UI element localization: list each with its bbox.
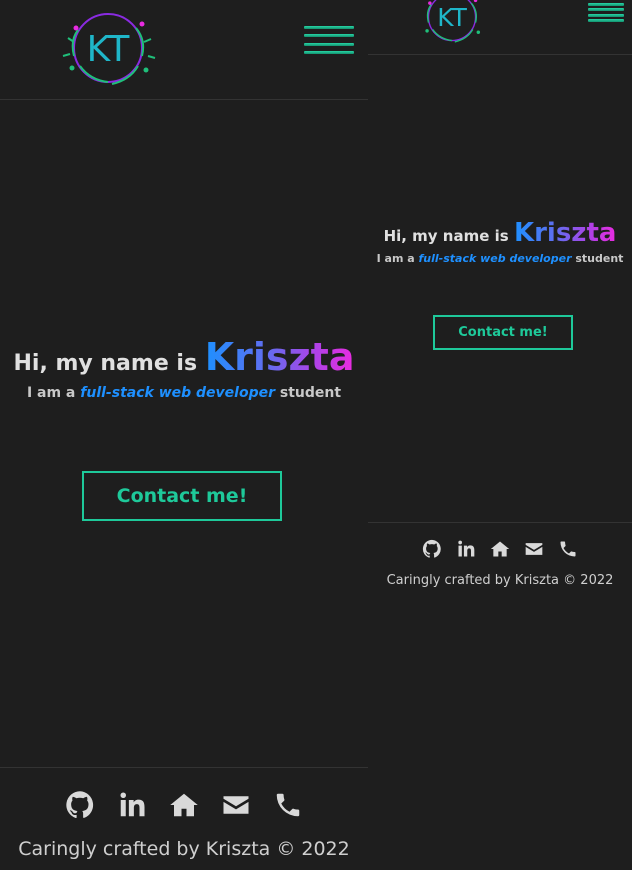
hero-greeting-line: Hi, my name is Kriszta bbox=[0, 335, 368, 379]
site-header: KT bbox=[368, 0, 632, 55]
phone-icon[interactable] bbox=[273, 790, 303, 820]
menu-toggle-button[interactable] bbox=[304, 26, 354, 54]
hero-name: Kriszta bbox=[513, 218, 617, 248]
hero-tagline: I am a full-stack web developer student bbox=[368, 252, 632, 265]
phone-icon[interactable] bbox=[558, 539, 578, 559]
menu-bar bbox=[588, 8, 624, 12]
hero-section: Hi, my name is Kriszta I am a full-stack… bbox=[368, 218, 632, 265]
tagline-prefix: I am a bbox=[26, 385, 76, 401]
envelope-icon[interactable] bbox=[221, 790, 251, 820]
home-icon[interactable] bbox=[169, 790, 199, 820]
menu-toggle-button[interactable] bbox=[588, 3, 624, 22]
hero-greeting: Hi, my name is bbox=[383, 227, 509, 245]
page-view-large: KT Hi, my name is Kriszta I am a full-st… bbox=[0, 0, 368, 870]
hero-tagline: I am a full-stack web developer student bbox=[0, 385, 368, 401]
menu-bar bbox=[588, 18, 624, 22]
tagline-prefix: I am a bbox=[376, 252, 415, 265]
footer-credit: Caringly crafted by Kriszta © 2022 bbox=[18, 838, 350, 860]
tagline-suffix: student bbox=[279, 385, 342, 401]
hero-greeting-line: Hi, my name is Kriszta bbox=[368, 218, 632, 248]
contact-me-button[interactable]: Contact me! bbox=[82, 471, 282, 521]
tagline-role: full-stack web developer bbox=[418, 252, 572, 265]
tagline-role: full-stack web developer bbox=[80, 385, 275, 401]
hero-greeting: Hi, my name is bbox=[13, 351, 198, 376]
site-logo[interactable]: KT bbox=[56, 8, 160, 88]
site-header: KT bbox=[0, 0, 368, 100]
menu-bar bbox=[588, 13, 624, 17]
github-icon[interactable] bbox=[422, 539, 442, 559]
menu-bar bbox=[304, 42, 354, 46]
logo-monogram: KT bbox=[87, 29, 131, 70]
home-icon[interactable] bbox=[490, 539, 510, 559]
site-footer: Caringly crafted by Kriszta © 2022 bbox=[368, 522, 632, 623]
hero-name: Kriszta bbox=[204, 335, 355, 379]
menu-bar bbox=[304, 34, 354, 38]
hero-section: Hi, my name is Kriszta I am a full-stack… bbox=[0, 335, 368, 401]
menu-bar bbox=[588, 3, 624, 6]
site-footer: Caringly crafted by Kriszta © 2022 bbox=[0, 767, 368, 870]
tagline-suffix: student bbox=[575, 252, 624, 265]
linkedin-icon[interactable] bbox=[117, 790, 147, 820]
footer-credit: Caringly crafted by Kriszta © 2022 bbox=[386, 573, 614, 588]
site-logo[interactable]: KT bbox=[416, 0, 488, 46]
menu-bar bbox=[304, 26, 354, 29]
logo-monogram: KT bbox=[437, 3, 467, 32]
linkedin-icon[interactable] bbox=[456, 539, 476, 559]
envelope-icon[interactable] bbox=[524, 539, 544, 559]
menu-bar bbox=[304, 50, 354, 54]
social-links bbox=[0, 790, 368, 820]
contact-me-button[interactable]: Contact me! bbox=[433, 315, 573, 350]
page-view-small: KT Hi, my name is Kriszta I am a full-st… bbox=[368, 0, 632, 870]
github-icon[interactable] bbox=[65, 790, 95, 820]
social-links bbox=[368, 539, 632, 559]
